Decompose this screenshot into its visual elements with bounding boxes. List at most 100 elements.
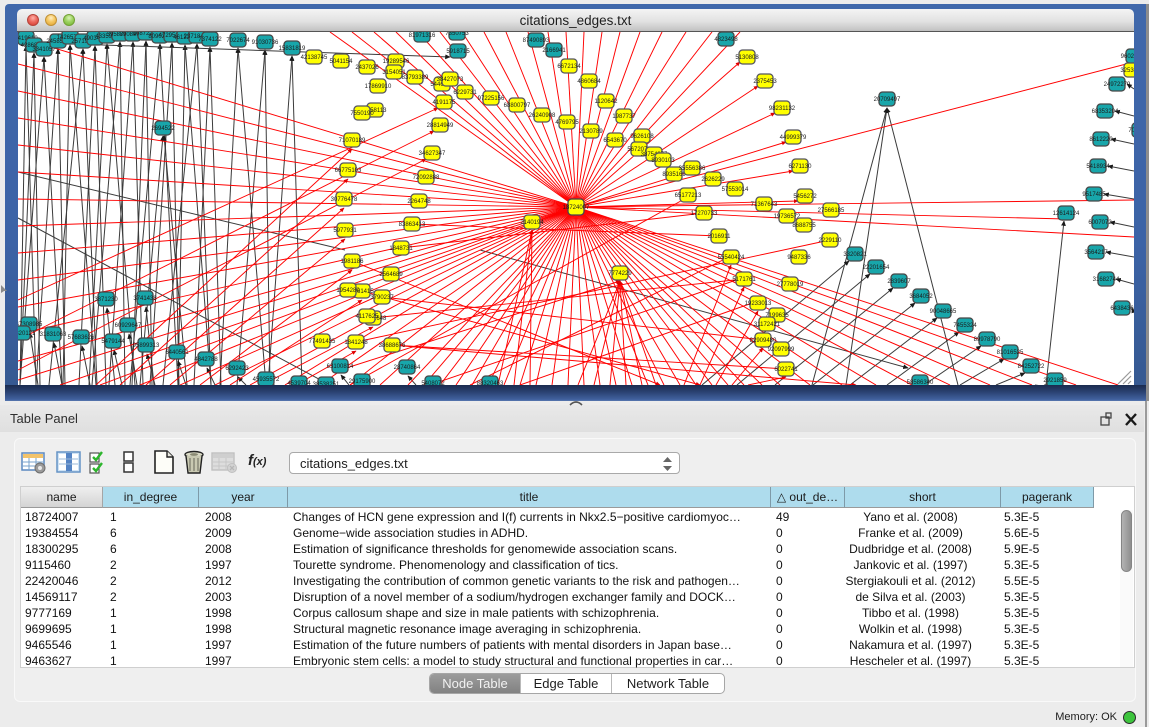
- svg-text:3253031: 3253031: [1120, 68, 1134, 74]
- svg-text:6440561: 6440561: [165, 350, 189, 356]
- svg-text:95899313: 95899313: [133, 343, 160, 349]
- svg-text:3684052: 3684052: [909, 294, 933, 300]
- svg-text:4842788: 4842788: [194, 357, 218, 363]
- svg-text:18724007: 18724007: [563, 205, 590, 211]
- svg-text:55540424: 55540424: [718, 255, 745, 261]
- svg-text:81016525: 81016525: [997, 350, 1024, 356]
- svg-text:7550190: 7550190: [350, 111, 374, 117]
- svg-text:4860684: 4860684: [577, 79, 601, 85]
- svg-text:6292423: 6292423: [225, 366, 249, 372]
- svg-text:34627347: 34627347: [419, 151, 446, 157]
- svg-text:6543670: 6543670: [603, 138, 627, 144]
- svg-text:7455324: 7455324: [953, 323, 977, 329]
- svg-text:57553014: 57553014: [722, 187, 749, 193]
- svg-text:3871230: 3871230: [94, 297, 118, 303]
- svg-text:6007072: 6007072: [1088, 220, 1112, 226]
- svg-text:66775103: 66775103: [335, 168, 362, 174]
- svg-text:7350753: 7350753: [445, 32, 469, 37]
- svg-text:17270733: 17270733: [691, 211, 718, 217]
- svg-text:28740864: 28740864: [394, 365, 421, 371]
- svg-text:5418934: 5418934: [1086, 164, 1110, 170]
- svg-text:1841248: 1841248: [344, 340, 368, 346]
- svg-text:98231132: 98231132: [769, 106, 796, 112]
- svg-text:3741438: 3741438: [133, 296, 157, 302]
- svg-text:2140194: 2140194: [520, 220, 544, 226]
- svg-text:22201654: 22201654: [863, 265, 890, 271]
- svg-text:45935572: 45935572: [253, 377, 280, 383]
- svg-text:4117625: 4117625: [356, 314, 380, 320]
- svg-text:7374122: 7374122: [198, 37, 222, 43]
- svg-text:31831063: 31831063: [40, 332, 67, 338]
- svg-text:89978790: 89978790: [974, 337, 1001, 343]
- svg-text:1981186: 1981186: [341, 259, 365, 265]
- svg-text:8688755: 8688755: [792, 223, 816, 229]
- svg-text:6672134: 6672134: [557, 64, 581, 70]
- svg-text:17869910: 17869910: [365, 84, 392, 90]
- svg-text:2130789: 2130789: [579, 129, 603, 135]
- svg-text:27778019: 27778019: [777, 282, 804, 288]
- svg-text:9626108: 9626108: [630, 134, 654, 140]
- svg-text:68800797: 68800797: [504, 103, 531, 109]
- svg-text:97225156: 97225156: [478, 96, 505, 102]
- svg-text:19289546: 19289546: [383, 59, 410, 65]
- svg-text:1987737: 1987737: [612, 114, 636, 120]
- svg-text:95320121: 95320121: [18, 331, 36, 337]
- svg-text:96028436: 96028436: [1121, 54, 1134, 60]
- svg-text:31172421: 31172421: [754, 322, 781, 328]
- svg-text:2626229: 2626229: [701, 177, 725, 183]
- svg-text:8930103: 8930103: [651, 158, 675, 164]
- svg-text:20709497: 20709497: [874, 97, 901, 103]
- svg-text:44999379: 44999379: [780, 135, 807, 141]
- svg-text:3790237: 3790237: [370, 295, 394, 301]
- svg-text:5130808: 5130808: [735, 55, 759, 61]
- svg-text:91030736: 91030736: [252, 40, 279, 46]
- svg-text:83863413: 83863413: [399, 222, 426, 228]
- svg-text:24972279: 24972279: [1104, 82, 1131, 88]
- svg-text:57683626: 57683626: [68, 335, 95, 341]
- svg-text:42138745: 42138745: [301, 55, 328, 61]
- svg-text:9517485: 9517485: [1082, 192, 1106, 198]
- svg-text:26240908: 26240908: [529, 113, 556, 119]
- svg-text:6438436: 6438436: [1110, 306, 1134, 312]
- svg-text:4769795: 4769795: [555, 120, 579, 126]
- svg-text:83793389: 83793389: [402, 75, 429, 81]
- svg-text:9487336: 9487336: [787, 255, 811, 261]
- svg-text:65177213: 65177213: [675, 193, 702, 199]
- svg-text:92097999: 92097999: [768, 347, 795, 353]
- svg-text:5918715: 5918715: [446, 49, 470, 55]
- svg-text:3564217: 3564217: [1084, 250, 1108, 256]
- svg-text:1120642: 1120642: [595, 99, 619, 105]
- svg-text:38427073: 38427073: [437, 77, 464, 83]
- svg-text:77491435: 77491435: [309, 339, 336, 345]
- svg-text:2166941: 2166941: [542, 48, 566, 54]
- svg-text:6022741: 6022741: [774, 367, 798, 373]
- svg-text:38688676: 38688676: [379, 343, 406, 349]
- svg-text:5479144: 5479144: [101, 339, 125, 345]
- svg-text:84252722: 84252722: [1018, 364, 1045, 370]
- svg-text:5041154: 5041154: [330, 59, 354, 65]
- svg-text:7089806: 7089806: [1128, 128, 1134, 134]
- svg-text:5171761: 5171761: [732, 277, 756, 283]
- svg-text:31682744: 31682744: [1093, 277, 1120, 283]
- svg-text:82909480: 82909480: [750, 338, 777, 344]
- svg-text:87490893: 87490893: [523, 38, 550, 44]
- svg-text:35556386: 35556386: [679, 166, 706, 172]
- svg-text:68353204: 68353204: [1092, 109, 1119, 115]
- svg-text:6229731: 6229731: [453, 90, 477, 96]
- svg-text:2921859: 2921859: [1043, 378, 1067, 384]
- svg-text:2016911: 2016911: [708, 234, 732, 240]
- svg-text:71367643: 71367643: [751, 202, 778, 208]
- svg-text:2564689: 2564689: [379, 272, 403, 278]
- svg-text:2264748: 2264748: [407, 199, 431, 205]
- svg-text:3320821: 3320821: [843, 252, 867, 258]
- svg-text:4191175: 4191175: [433, 100, 457, 106]
- svg-text:2694522: 2694522: [151, 126, 175, 132]
- svg-text:5456272: 5456272: [793, 194, 817, 200]
- svg-text:81971316: 81971316: [409, 33, 436, 39]
- svg-text:28814949: 28814949: [427, 123, 454, 129]
- svg-text:8612220: 8612220: [1089, 137, 1113, 143]
- svg-text:1848731: 1848731: [389, 246, 413, 252]
- svg-text:7022674: 7022674: [226, 38, 250, 44]
- svg-text:2375453: 2375453: [753, 79, 777, 85]
- svg-text:27566185: 27566185: [818, 208, 845, 214]
